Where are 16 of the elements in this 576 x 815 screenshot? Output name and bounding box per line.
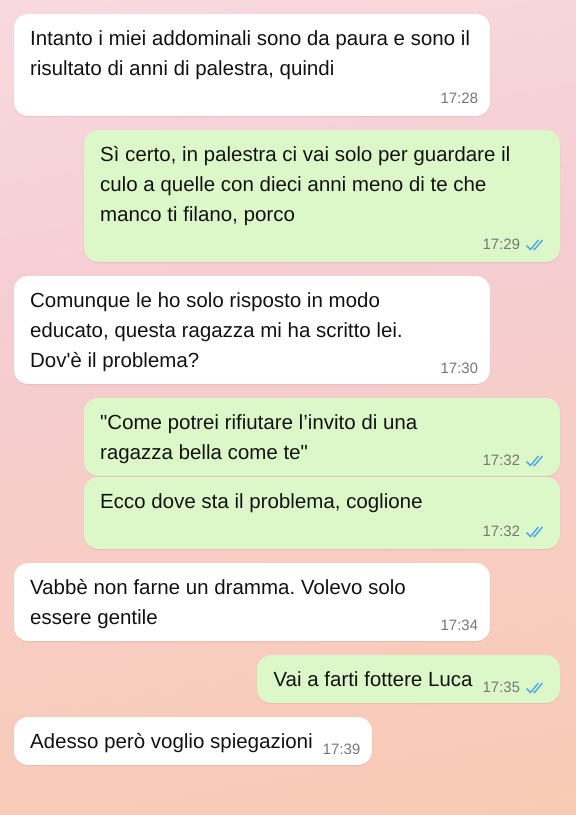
message-time: 17:35 <box>482 679 520 697</box>
message-text: Ecco dove sta il problema, coglione <box>100 489 424 515</box>
message-time: 17:34 <box>440 617 478 635</box>
message-text: Vabbè non farne un dramma. Volevo solo essere gentile <box>30 575 407 631</box>
message-time: 17:30 <box>440 360 478 378</box>
message-text: Sì certo, in palestra ci vai solo per guardare il culo a quelle con dieci anni meno di te che manco ti filano, porco <box>100 142 512 228</box>
message-text: Vai a farti fottere Luca <box>273 667 472 693</box>
message-time: 17:39 <box>322 741 360 759</box>
message-time: 17:28 <box>440 90 478 108</box>
message-time: 17:29 <box>482 236 520 254</box>
message-text: Adesso però voglio spiegazioni <box>30 729 313 755</box>
message-text: "Come potrei rifiutare l’invito di una ragazza bella come te" <box>100 410 418 466</box>
message-time: 17:32 <box>482 523 520 541</box>
message-time: 17:32 <box>482 452 520 470</box>
message-text: Intanto i miei addominali sono da paura e sono il risultato di anni di palestra, quindi <box>30 26 471 82</box>
message-text: Comunque le ho solo risposto in modo educato, questa ragazza mi ha scritto lei. Dov'è il problema? <box>30 288 404 374</box>
